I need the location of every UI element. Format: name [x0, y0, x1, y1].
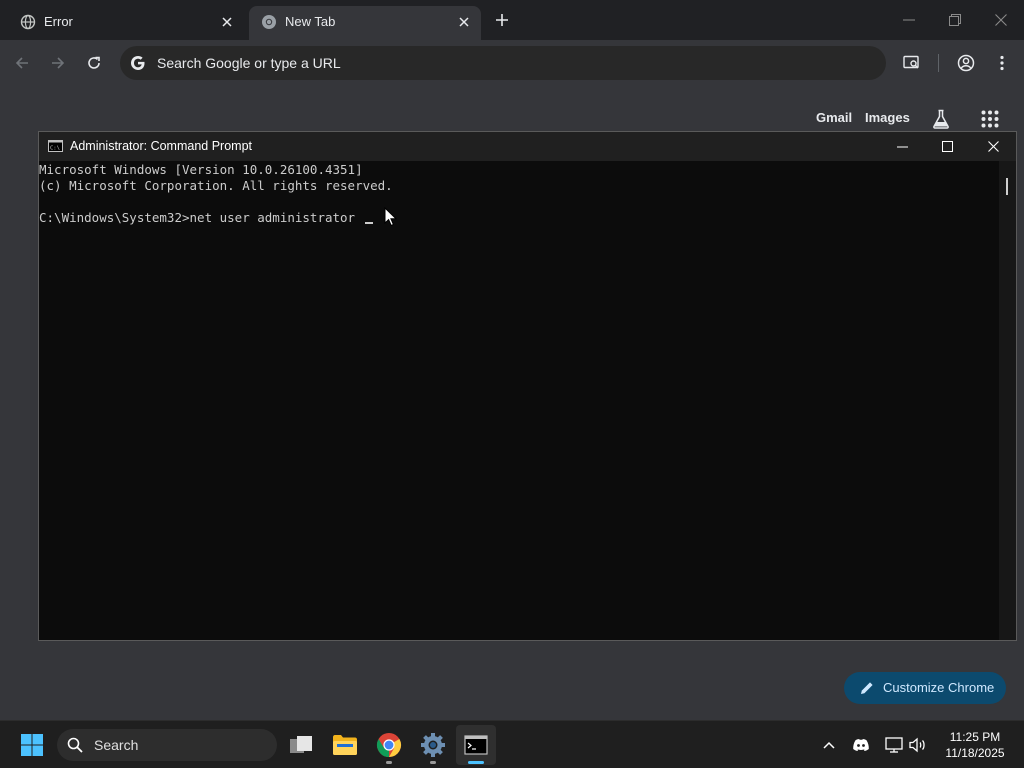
console-prompt-text: C:\Windows\System32>net user administrat…: [39, 210, 363, 225]
search-label: Search: [94, 737, 139, 753]
tab-error[interactable]: Error: [8, 6, 244, 40]
network-icon: [885, 737, 903, 753]
console-output[interactable]: Microsoft Windows [Version 10.0.26100.43…: [39, 162, 999, 640]
reload-icon: [88, 56, 100, 69]
discord-tray-button[interactable]: [851, 735, 871, 755]
customize-chrome-label: Customize Chrome: [883, 680, 995, 695]
console-prompt-line: C:\Windows\System32>net user administrat…: [39, 210, 373, 226]
restore-button[interactable]: [943, 8, 967, 32]
menu-button[interactable]: [990, 51, 1014, 75]
arrow-left-icon: [15, 57, 28, 69]
clock-time: 11:25 PM: [949, 730, 1001, 744]
apps-grid-icon: [981, 110, 999, 128]
gmail-link[interactable]: Gmail: [816, 110, 852, 125]
close-icon: [987, 141, 999, 152]
minimize-button[interactable]: [897, 8, 921, 32]
task-view-icon: [290, 736, 312, 753]
cmd-maximize-button[interactable]: [924, 132, 970, 161]
task-view-button[interactable]: [281, 725, 321, 765]
settings-taskbar-button[interactable]: [413, 725, 453, 765]
back-button[interactable]: [10, 51, 34, 75]
console-line: Microsoft Windows [Version 10.0.26100.43…: [39, 162, 363, 177]
globe-icon: [20, 14, 36, 30]
minimize-icon: [896, 146, 908, 147]
minimize-icon: [903, 19, 915, 21]
speaker-icon: [909, 737, 925, 753]
running-indicator: [430, 761, 436, 764]
svg-text:C:\: C:\: [50, 146, 60, 152]
lens-button[interactable]: [900, 51, 924, 75]
volume-tray-button[interactable]: [908, 735, 928, 755]
active-indicator: [468, 761, 484, 764]
maximize-icon: [941, 141, 953, 152]
windows-logo-icon: [21, 734, 43, 756]
tab-title: New Tab: [285, 14, 336, 29]
browser-toolbar: Search Google or type a URL: [0, 40, 1024, 86]
plus-icon: [496, 14, 508, 26]
chevron-up-icon: [823, 741, 835, 749]
close-icon: [995, 14, 1007, 26]
chrome-tab-strip: Error New Tab: [0, 0, 1024, 40]
discord-icon: [853, 739, 869, 751]
pencil-icon: [859, 680, 875, 696]
command-prompt-window[interactable]: C:\ Administrator: Command Prompt Micros…: [38, 131, 1017, 641]
reload-button[interactable]: [82, 51, 106, 75]
flask-icon: [933, 109, 949, 129]
apps-button[interactable]: [979, 108, 1001, 130]
text-cursor: [364, 222, 373, 224]
account-icon: [957, 54, 975, 72]
network-tray-button[interactable]: [884, 735, 904, 755]
gear-icon: [421, 733, 445, 757]
cmd-close-button[interactable]: [970, 132, 1016, 161]
cmd-titlebar[interactable]: C:\ Administrator: Command Prompt: [39, 132, 1016, 161]
chrome-logo-icon: [376, 733, 402, 757]
cmd-minimize-button[interactable]: [879, 132, 925, 161]
console-line: (c) Microsoft Corporation. All rights re…: [39, 178, 393, 193]
labs-button[interactable]: [930, 108, 952, 130]
folder-icon: [333, 735, 357, 755]
omnibox-placeholder: Search Google or type a URL: [157, 55, 341, 71]
mouse-pointer-icon: [384, 207, 398, 227]
taskbar-clock[interactable]: 11:25 PM 11/18/2025: [936, 729, 1014, 761]
restore-icon: [949, 14, 961, 26]
chrome-taskbar-button[interactable]: [369, 725, 409, 765]
profile-button[interactable]: [954, 51, 978, 75]
tab-new-tab[interactable]: New Tab: [249, 6, 481, 40]
google-g-icon: [130, 55, 146, 71]
more-vertical-icon: [1000, 55, 1004, 71]
terminal-taskbar-button[interactable]: [456, 725, 496, 765]
close-tab-icon[interactable]: [455, 13, 473, 31]
clock-date: 11/18/2025: [945, 746, 1005, 760]
new-tab-button[interactable]: [492, 10, 512, 30]
screen-search-icon: [903, 55, 919, 69]
search-icon: [67, 737, 83, 753]
toolbar-divider: [938, 54, 939, 72]
running-indicator: [386, 761, 392, 764]
command-prompt-icon: [464, 735, 488, 755]
console-scrollbar[interactable]: [999, 161, 1016, 640]
cmd-window-title: Administrator: Command Prompt: [70, 139, 253, 153]
tab-title: Error: [44, 14, 73, 29]
omnibox[interactable]: Search Google or type a URL: [120, 46, 886, 80]
scrollbar-thumb[interactable]: [1006, 178, 1008, 195]
taskbar-search[interactable]: Search: [57, 729, 277, 761]
file-explorer-button[interactable]: [325, 725, 365, 765]
arrow-right-icon: [52, 57, 65, 69]
chrome-icon: [261, 14, 277, 30]
forward-button[interactable]: [46, 51, 70, 75]
close-tab-icon[interactable]: [218, 13, 236, 31]
cmd-app-icon: C:\: [48, 140, 63, 152]
start-button[interactable]: [12, 725, 52, 765]
images-link[interactable]: Images: [865, 110, 910, 125]
show-hidden-icons-button[interactable]: [819, 735, 839, 755]
customize-chrome-button[interactable]: Customize Chrome: [844, 672, 1006, 704]
windows-taskbar: Search 11:25 PM 11/18/2025: [0, 720, 1024, 768]
close-window-button[interactable]: [989, 8, 1013, 32]
